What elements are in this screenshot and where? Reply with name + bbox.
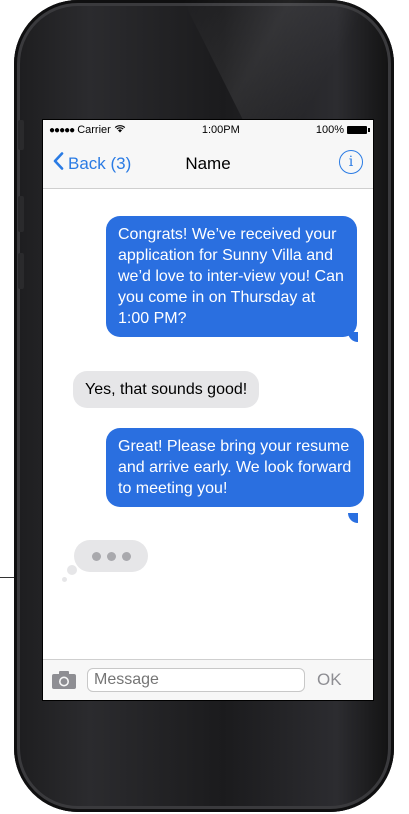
typing-dot xyxy=(106,551,116,561)
send-button[interactable]: OK xyxy=(317,670,342,690)
navigation-bar: Back (3) Name i xyxy=(43,140,373,189)
bubble-tail xyxy=(348,513,358,523)
battery-group: 100% xyxy=(315,124,370,136)
battery-percent: 100% xyxy=(315,124,344,136)
message-thread: Congrats! We’ve received your applicatio… xyxy=(43,189,373,659)
info-icon[interactable]: i xyxy=(339,150,363,174)
message-bubble-incoming: Yes, that sounds good! xyxy=(73,371,260,408)
wifi-icon xyxy=(114,124,126,136)
battery-icon xyxy=(346,126,370,134)
compose-bar: OK xyxy=(43,659,373,700)
page: ●●●●● Carrier 1:00PM 100% Back (3) Name … xyxy=(0,0,409,814)
volume-down-button xyxy=(18,253,24,289)
message-input[interactable] xyxy=(87,668,305,692)
carrier-group: ●●●●● Carrier xyxy=(49,124,126,136)
carrier-label: Carrier xyxy=(77,124,111,136)
typing-indicator-icon xyxy=(74,540,148,572)
message-bubble-outgoing: Great! Please bring your resume and arri… xyxy=(106,428,364,507)
typing-dot xyxy=(121,551,131,561)
clock: 1:00PM xyxy=(201,124,240,136)
conversation-title: Name xyxy=(185,154,231,173)
phone-screen: ●●●●● Carrier 1:00PM 100% Back (3) Name … xyxy=(42,119,374,701)
typing-tail xyxy=(67,565,77,575)
message-bubble-outgoing: Congrats! We’ve received your applicatio… xyxy=(106,216,357,337)
camera-icon[interactable] xyxy=(51,670,77,690)
typing-tail xyxy=(62,577,67,582)
typing-dot xyxy=(91,551,101,561)
mute-switch xyxy=(18,120,24,150)
status-bar: ●●●●● Carrier 1:00PM 100% xyxy=(43,120,373,140)
bubble-tail xyxy=(348,332,358,342)
signal-icon: ●●●●● xyxy=(49,124,75,136)
volume-up-button xyxy=(18,196,24,232)
